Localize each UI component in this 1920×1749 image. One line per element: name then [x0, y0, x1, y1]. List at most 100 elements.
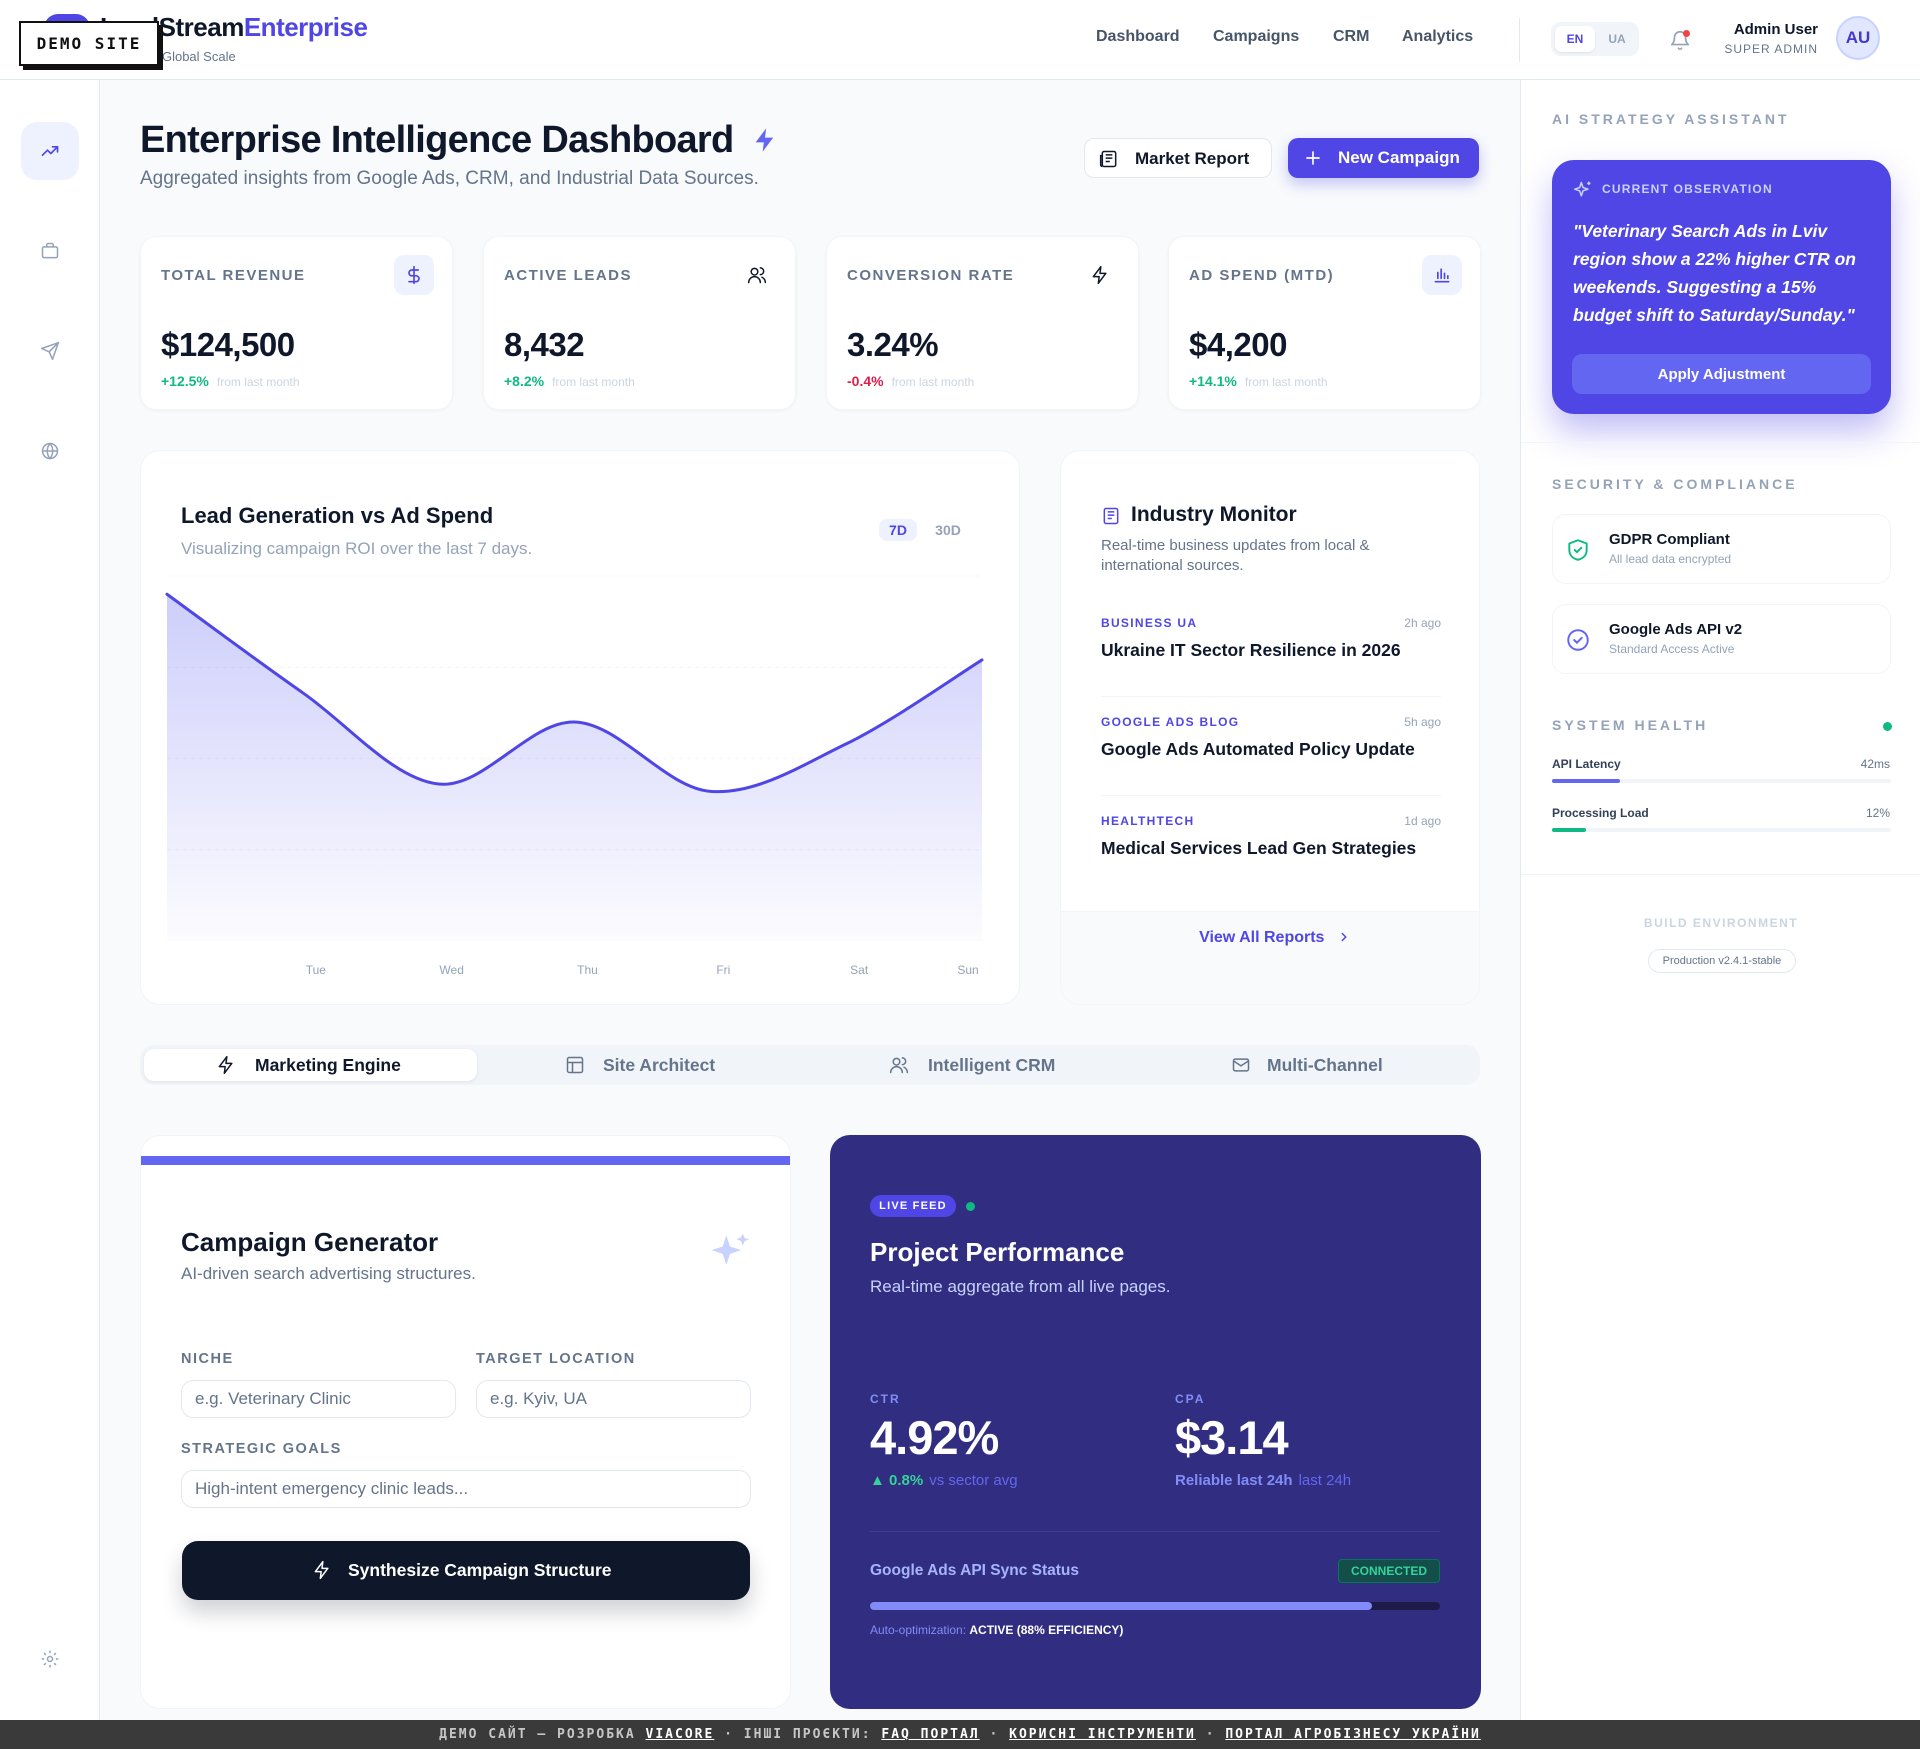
kpi-ad-spend: AD SPEND (MTD) $4,200 +14.1% from last mo…	[1168, 236, 1481, 410]
live-indicator-dot	[966, 1202, 975, 1211]
sync-status-label: Google Ads API Sync Status	[870, 1562, 1080, 1579]
live-feed-badge: LIVE FEED	[870, 1195, 956, 1217]
lang-ua-button[interactable]: UA	[1599, 26, 1635, 52]
niche-label: NICHE	[181, 1351, 234, 1367]
api-latency-value: 42ms	[1860, 757, 1890, 771]
market-report-button[interactable]: Market Report	[1084, 138, 1272, 178]
ai-assistant-heading: AI STRATEGY ASSISTANT	[1552, 111, 1790, 127]
x-tick-label: Thu	[577, 963, 598, 977]
x-tick-label: Wed	[439, 963, 463, 977]
news-source: BUSINESS UA	[1101, 616, 1198, 630]
news-source: GOOGLE ADS BLOG	[1101, 715, 1240, 729]
monitor-subtitle: Real-time business updates from local & …	[1101, 537, 1370, 574]
news-title: Ukraine IT Sector Resilience in 2026	[1101, 640, 1401, 660]
rail-send-button[interactable]	[21, 322, 79, 380]
users-icon	[737, 255, 777, 295]
newspaper-icon	[1103, 507, 1119, 525]
layout-icon	[566, 1056, 584, 1074]
kpi-label: TOTAL REVENUE	[161, 267, 306, 284]
lead-vs-spend-chart-card: Lead Generation vs Ad Spend Visualizing …	[140, 450, 1020, 1005]
lang-en-button[interactable]: EN	[1555, 26, 1595, 52]
security-item-title: Google Ads API v2	[1609, 621, 1743, 638]
apply-adjustment-button[interactable]: Apply Adjustment	[1572, 354, 1871, 394]
synthesize-campaign-button[interactable]: Synthesize Campaign Structure	[182, 1541, 750, 1600]
strategic-goals-input[interactable]	[181, 1470, 751, 1508]
system-health-heading: SYSTEM HEALTH	[1552, 717, 1709, 733]
footer-link-agro[interactable]: ПОРТАЛ АГРОБІЗНЕСУ УКРАЇНИ	[1225, 1727, 1481, 1742]
auto-optimization-status: Auto-optimization: ACTIVE (88% EFFICIENC…	[870, 1623, 1124, 1637]
view-all-reports-link[interactable]: View All Reports	[1061, 928, 1479, 947]
bolt-icon	[314, 1560, 329, 1580]
divider	[870, 1531, 1440, 1532]
kpi-label: CONVERSION RATE	[847, 267, 1015, 284]
chart-area-fill	[167, 594, 982, 941]
kpi-total-revenue: TOTAL REVENUE $124,500 +12.5% from last m…	[140, 236, 453, 410]
divider	[1101, 696, 1441, 697]
performance-subtitle: Real-time aggregate from all live pages.	[870, 1277, 1171, 1296]
nav-crm[interactable]: CRM	[1333, 28, 1369, 46]
accent-bar	[141, 1156, 790, 1165]
ai-observation-card: CURRENT OBSERVATION "Veterinary Search A…	[1552, 160, 1891, 414]
kpi-value: 3.24%	[847, 326, 939, 363]
new-campaign-button[interactable]: New Campaign	[1288, 138, 1479, 178]
tab-intelligent-crm[interactable]: Intelligent CRM	[811, 1049, 1145, 1081]
top-header: LeadStreamEnterprise Ready for Global Sc…	[0, 0, 1920, 80]
bar-chart-icon	[1422, 255, 1462, 295]
news-title: Medical Services Lead Gen Strategies	[1101, 838, 1417, 858]
footer-link-faq[interactable]: FAQ ПОРТАЛ	[881, 1727, 979, 1742]
observation-label: CURRENT OBSERVATION	[1602, 182, 1773, 196]
header-divider	[1519, 18, 1520, 62]
tab-marketing-engine[interactable]: Marketing Engine	[144, 1049, 477, 1081]
globe-icon	[41, 442, 59, 460]
bolt-icon	[1080, 255, 1120, 295]
news-source: HEALTHTECH	[1101, 814, 1195, 828]
sparkles-icon	[1573, 181, 1591, 197]
niche-input[interactable]	[181, 1380, 456, 1418]
user-name: Admin User	[1733, 21, 1818, 38]
industry-monitor-card: Industry Monitor Real-time business upda…	[1060, 450, 1480, 1005]
cpa-note: Reliable last 24h last 24h	[1175, 1472, 1352, 1489]
shield-check-icon	[1568, 539, 1588, 561]
x-tick-label: Fri	[716, 963, 730, 977]
kpi-delta: +8.2% from last month	[504, 373, 635, 389]
nav-dashboard[interactable]: Dashboard	[1096, 28, 1180, 46]
area-chart: Tue Wed Thu Fri Sat Sun	[165, 575, 984, 977]
news-item[interactable]: GOOGLE ADS BLOG 5h ago Google Ads Automa…	[1101, 715, 1441, 814]
language-switcher: EN UA	[1551, 22, 1639, 56]
notification-dot	[1683, 30, 1690, 37]
footer-bar: ДЕМО САЙТ — РОЗРОБКА VIACORE · ІНШІ ПРОЄ…	[0, 1720, 1920, 1749]
strategic-goals-label: STRATEGIC GOALS	[181, 1441, 342, 1457]
tab-site-architect[interactable]: Site Architect	[481, 1049, 811, 1081]
news-item[interactable]: HEALTHTECH 1d ago Medical Services Lead …	[1101, 814, 1441, 913]
users-icon	[889, 1057, 909, 1074]
avatar[interactable]: AU	[1836, 16, 1880, 60]
cpa-value: $3.14	[1175, 1411, 1289, 1464]
news-item[interactable]: BUSINESS UA 2h ago Ukraine IT Sector Res…	[1101, 616, 1441, 715]
rail-analytics-button[interactable]	[21, 122, 79, 180]
kpi-conversion-rate: CONVERSION RATE 3.24% -0.4% from last mon…	[826, 236, 1139, 410]
rail-settings-button[interactable]	[21, 1630, 79, 1688]
news-time: 2h ago	[1404, 616, 1441, 630]
rail-globe-button[interactable]	[21, 422, 79, 480]
connected-badge: CONNECTED	[1338, 1559, 1440, 1583]
mail-icon	[1232, 1058, 1250, 1072]
performance-title: Project Performance	[870, 1237, 1125, 1267]
send-icon	[40, 341, 60, 361]
rail-briefcase-button[interactable]	[21, 222, 79, 280]
footer-link-viacore[interactable]: VIACORE	[646, 1727, 715, 1742]
cpa-label: CPA	[1175, 1392, 1206, 1406]
right-panel: AI STRATEGY ASSISTANT CURRENT OBSERVATIO…	[1520, 80, 1920, 1720]
footer-link-tools[interactable]: КОРИСНІ ІНСТРУМЕНТИ	[1009, 1727, 1196, 1742]
nav-campaigns[interactable]: Campaigns	[1213, 28, 1299, 46]
processing-load-value: 12%	[1865, 806, 1890, 820]
google-ads-api-status-card: Google Ads API v2 Standard Access Active	[1552, 604, 1891, 674]
kpi-delta: +14.1% from last month	[1189, 373, 1328, 389]
target-location-input[interactable]	[476, 1380, 751, 1418]
gear-icon	[41, 1650, 59, 1668]
tab-multi-channel[interactable]: Multi-Channel	[1145, 1049, 1476, 1081]
processing-load-bar	[1552, 828, 1891, 832]
health-status-dot	[1883, 722, 1892, 731]
nav-analytics[interactable]: Analytics	[1402, 28, 1473, 46]
sync-progress-bar	[870, 1602, 1440, 1610]
monitor-footer: View All Reports	[1061, 911, 1479, 1004]
